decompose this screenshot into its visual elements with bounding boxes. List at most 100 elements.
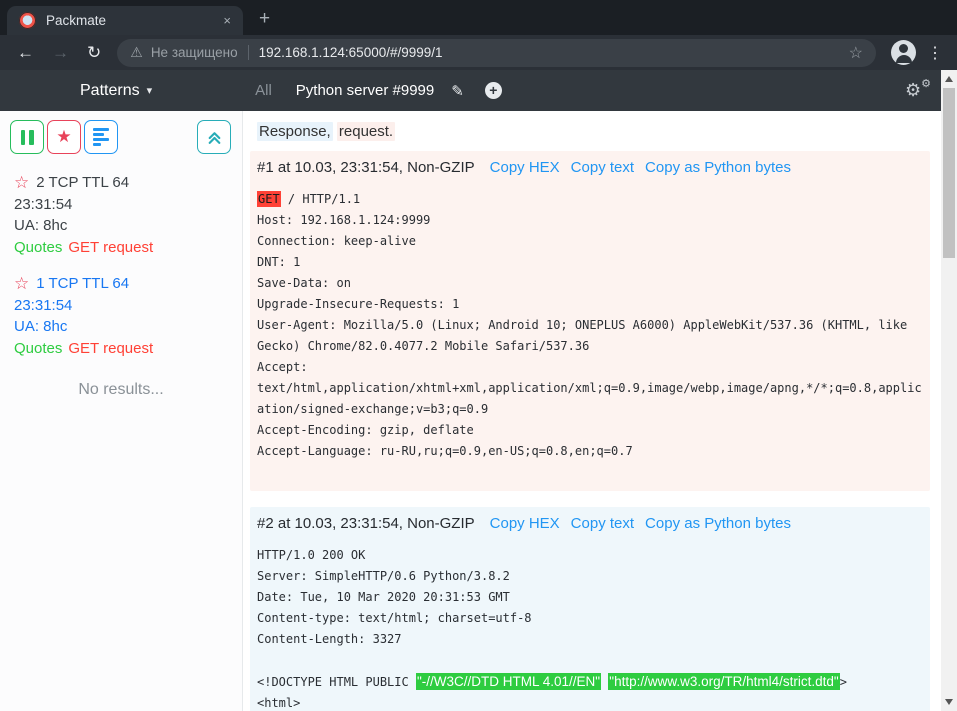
text-segment: DNT: 1 — [257, 255, 300, 269]
text-segment: Content-Length: 3327 — [257, 632, 402, 646]
gear-large-icon: ⚙ — [905, 80, 921, 101]
browser-toolbar: ← → ↻ ⚠ Не защищено 192.168.1.124:65000/… — [0, 35, 957, 70]
pattern-token: Response, — [257, 122, 333, 141]
packet-line: Content-type: text/html; charset=utf-8 — [257, 608, 923, 629]
browser-tab[interactable]: Packmate × — [7, 6, 243, 35]
copy-text-link[interactable]: Copy text — [571, 515, 634, 532]
packet-line: Accept: text/html,application/xhtml+xml,… — [257, 357, 923, 420]
close-tab-icon[interactable]: × — [223, 13, 231, 28]
text-segment: <!DOCTYPE HTML PUBLIC — [257, 675, 416, 689]
packmate-favicon — [19, 12, 36, 29]
sidebar: ★ ☆2 TCP TTL 6423:31:54UA: 8hc Quotes GET … — [0, 111, 243, 711]
packet-body: HTTP/1.0 200 OK Server: SimpleHTTP/0.6 Py… — [257, 545, 923, 711]
text-segment: User-Agent: Mozilla/5.0 (Linux; Android … — [257, 318, 914, 353]
packet-body: GET / HTTP/1.1 Host: 192.168.1.124:9999 Co… — [257, 189, 923, 483]
packet-card: #2 at 10.03, 23:31:54, Non-GZIP Copy HEX C… — [250, 507, 930, 711]
highlight-red-segment: GET — [257, 191, 281, 207]
match-ua: UA: 8hc — [14, 215, 234, 237]
page-scrollbar[interactable] — [941, 70, 957, 711]
url-input[interactable]: 192.168.1.124:65000/#/9999/1 — [259, 45, 849, 60]
star-icon: ★ — [56, 127, 71, 147]
scroll-up-arrow-icon[interactable] — [945, 76, 953, 82]
scroll-down-arrow-icon[interactable] — [945, 699, 953, 705]
highlight-green-segment: "http://www.w3.org/TR/html4/strict.dtd" — [608, 673, 839, 690]
text-segment: Accept: text/html,application/xhtml+xml,… — [257, 360, 922, 416]
tab-python-server[interactable]: Python server #9999 — [296, 82, 434, 99]
text-segment: Save-Data: on — [257, 276, 351, 290]
copy-text-link[interactable]: Copy text — [571, 159, 634, 176]
collapse-panel-button[interactable] — [197, 120, 231, 154]
match-tag-quotes: Quotes — [14, 239, 62, 256]
match-time: 23:31:54 — [14, 194, 234, 216]
packet-line: Host: 192.168.1.124:9999 — [257, 210, 923, 231]
packet-meta: #2 at 10.03, 23:31:54, Non-GZIP — [257, 515, 475, 532]
text-segment: Host: 192.168.1.124:9999 — [257, 213, 430, 227]
patterns-label: Patterns — [80, 82, 140, 100]
patterns-dropdown[interactable]: Patterns ▾ — [80, 82, 152, 100]
text-segment: Connection: keep-alive — [257, 234, 416, 248]
pattern-tokens-line: Response, request. — [257, 123, 930, 140]
packet-line: User-Agent: Mozilla/5.0 (Linux; Android … — [257, 315, 923, 357]
packet-line: <html> — [257, 693, 923, 711]
profile-avatar[interactable] — [891, 40, 916, 65]
packet-line: DNT: 1 — [257, 252, 923, 273]
packet-head: #2 at 10.03, 23:31:54, Non-GZIP Copy HEX C… — [257, 515, 923, 532]
browser-menu-icon[interactable]: ⋮ — [927, 43, 943, 63]
text-segment: Accept-Language: ru-RU,ru;q=0.9,en-US;q=… — [257, 444, 633, 458]
copy-python-bytes-link[interactable]: Copy as Python bytes — [645, 515, 791, 532]
reload-icon[interactable]: ↻ — [87, 43, 101, 63]
omnibox-divider — [248, 45, 249, 60]
add-pattern-icon[interactable]: + — [485, 82, 502, 99]
text-segment: HTTP/1.0 200 OK — [257, 548, 365, 562]
address-bar[interactable]: ⚠ Не защищено 192.168.1.124:65000/#/9999… — [117, 39, 876, 67]
pattern-token: request. — [337, 122, 395, 141]
match-head: ☆2 TCP TTL 64 — [14, 172, 234, 194]
match-title: 1 TCP TTL 64 — [36, 273, 129, 295]
text-segment: Content-type: text/html; charset=utf-8 — [257, 611, 532, 625]
scrollbar-thumb[interactable] — [943, 88, 955, 258]
tab-all[interactable]: All — [255, 82, 272, 99]
packet-head: #1 at 10.03, 23:31:54, Non-GZIPCopy HEXC… — [257, 159, 923, 176]
browser-tab-strip: Packmate × + — [0, 0, 957, 35]
no-results-label: No results... — [0, 381, 242, 399]
star-outline-icon[interactable]: ☆ — [14, 172, 29, 194]
list-view-button[interactable] — [84, 120, 118, 154]
packet-stream: Response, request. #1 at 10.03, 23:31:54… — [243, 111, 957, 711]
pattern-matches-list: ☆2 TCP TTL 6423:31:54UA: 8hc Quotes GET re… — [0, 154, 242, 359]
text-segment: > — [840, 675, 847, 689]
packet-line: Upgrade-Insecure-Requests: 1 — [257, 294, 923, 315]
edit-pencil-icon[interactable]: ✎ — [451, 82, 464, 100]
copy-hex-link[interactable]: Copy HEX — [490, 515, 560, 532]
packet-card: #1 at 10.03, 23:31:54, Non-GZIPCopy HEXC… — [250, 151, 930, 491]
not-secure-warning-icon[interactable]: ⚠ — [130, 44, 143, 61]
pattern-match-item[interactable]: ☆2 TCP TTL 6423:31:54UA: 8hc Quotes GET re… — [14, 172, 234, 258]
match-head: ☆ 1 TCP TTL 64 — [14, 273, 234, 295]
text-segment: / HTTP/1.1 — [281, 192, 360, 206]
highlight-green-segment: "-//W3C//DTD HTML 4.01//EN" — [416, 673, 601, 690]
packet-line — [257, 462, 923, 483]
pattern-match-item[interactable]: ☆1 TCP TTL 6423:31:54UA: 8hcQuotesGET re… — [14, 273, 234, 359]
star-outline-icon[interactable]: ☆ — [14, 273, 29, 295]
security-label[interactable]: Не защищено — [151, 45, 238, 60]
match-tags: Quotes GET request — [14, 237, 234, 259]
settings-gears-icon[interactable]: ⚙ ⚙ — [905, 80, 929, 102]
text-segment: Server: SimpleHTTP/0.6 Python/3.8.2 — [257, 569, 510, 583]
favorites-filter-button[interactable]: ★ — [47, 120, 81, 154]
tab-title: Packmate — [46, 13, 223, 28]
copy-hex-link[interactable]: Copy HEX — [490, 159, 560, 176]
pause-icon — [21, 130, 34, 145]
match-tag-get-request: GET request — [68, 239, 153, 256]
text-segment: Accept-Encoding: gzip, deflate — [257, 423, 474, 437]
match-tags: QuotesGET request — [14, 338, 234, 360]
caret-down-icon: ▾ — [147, 84, 153, 97]
back-icon[interactable]: ← — [17, 43, 34, 63]
packet-line: <!DOCTYPE HTML PUBLIC "-//W3C//DTD HTML … — [257, 671, 923, 693]
packet-line: Date: Tue, 10 Mar 2020 20:31:53 GMT — [257, 587, 923, 608]
bookmark-star-icon[interactable]: ☆ — [849, 43, 863, 63]
new-tab-button[interactable]: + — [259, 8, 270, 30]
workspace: ★ ☆2 TCP TTL 6423:31:54UA: 8hc Quotes GET … — [0, 111, 957, 711]
copy-python-bytes-link[interactable]: Copy as Python bytes — [645, 159, 791, 176]
packet-line: Accept-Language: ru-RU,ru;q=0.9,en-US;q=… — [257, 441, 923, 462]
pause-capture-button[interactable] — [10, 120, 44, 154]
text-segment: Upgrade-Insecure-Requests: 1 — [257, 297, 459, 311]
